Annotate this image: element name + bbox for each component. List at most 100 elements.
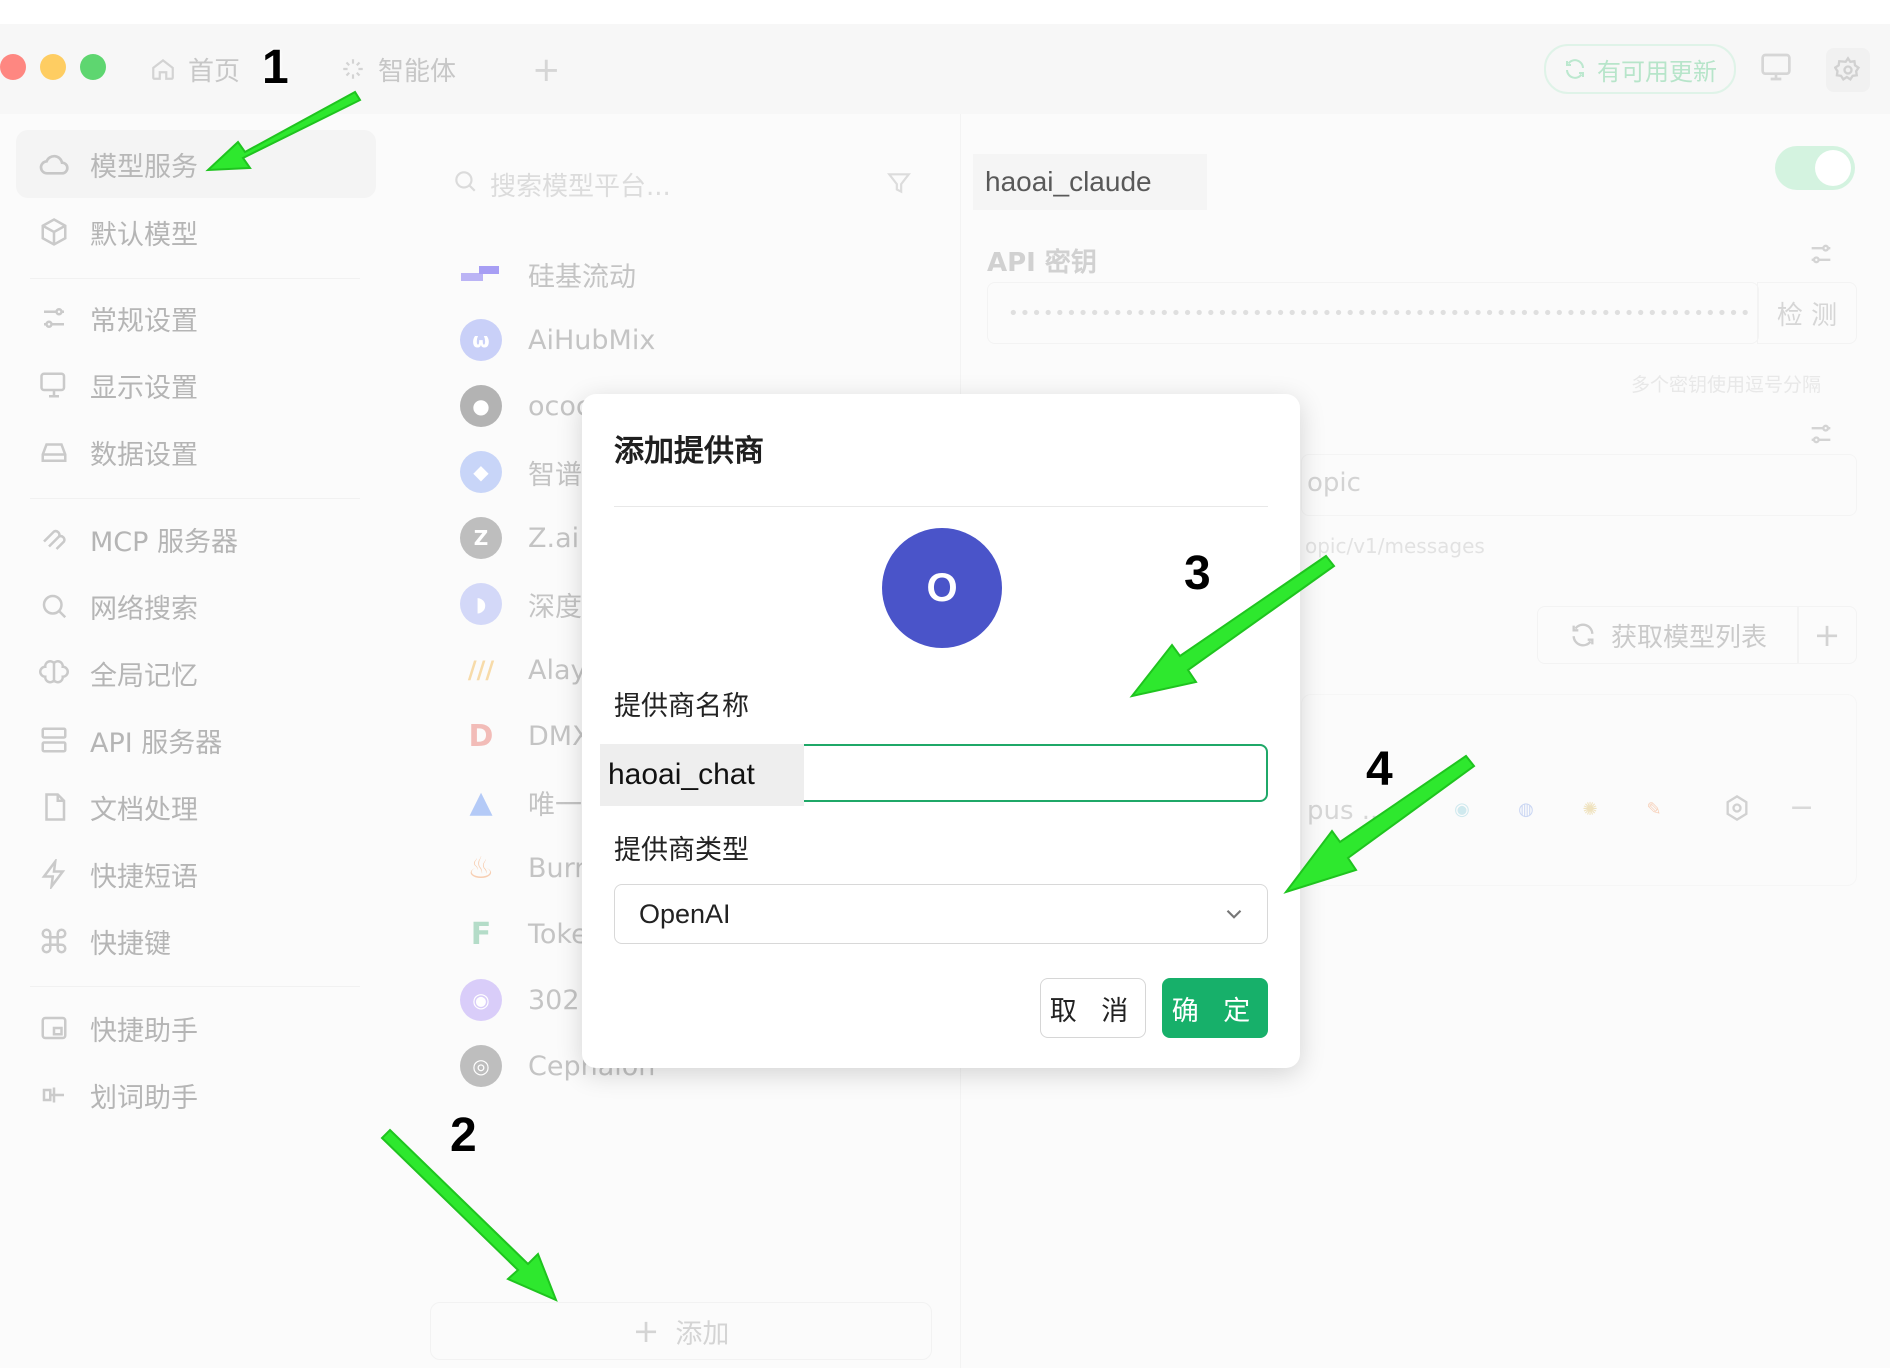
- monitor-icon[interactable]: [1760, 52, 1792, 86]
- provider-avatar[interactable]: O: [882, 528, 1002, 648]
- chevron-down-icon: [1221, 901, 1247, 934]
- provider-item-dmx[interactable]: D DMX: [460, 706, 591, 766]
- tab-agents-label: 智能体: [378, 56, 457, 87]
- provider-type-value: OpenAI: [639, 898, 731, 929]
- api-address-input[interactable]: [1301, 454, 1857, 516]
- provider-label: 唯一: [528, 789, 582, 821]
- provider-item-alaya[interactable]: /// Alay: [460, 640, 587, 700]
- tab-home-label: 首页: [188, 56, 241, 87]
- sidebar-item-label: 常规设置: [90, 305, 198, 337]
- window-icon: [36, 1010, 72, 1046]
- update-available-button[interactable]: 有可用更新: [1544, 44, 1736, 94]
- sidebar-item-memory[interactable]: 全局记忆: [16, 639, 376, 707]
- sidebar-item-label: 模型服务: [90, 151, 198, 183]
- mcp-icon: [36, 521, 72, 557]
- provider-name-label: 提供商名称: [614, 691, 749, 722]
- home-icon: [152, 58, 174, 80]
- add-model-button[interactable]: +: [1797, 606, 1857, 664]
- vision-icon: ◉: [1454, 798, 1470, 820]
- settings-button[interactable]: [1826, 48, 1870, 92]
- sidebar-item-label: 数据设置: [90, 439, 198, 471]
- provider-item-unique[interactable]: ▲ 唯一: [460, 772, 582, 832]
- check-api-key-button[interactable]: 检 测: [1757, 282, 1857, 344]
- confirm-button[interactable]: 确 定: [1162, 978, 1268, 1038]
- cephalon-logo-icon: ◎: [460, 1045, 502, 1087]
- brain-icon: [36, 655, 72, 691]
- model-settings-icon[interactable]: [1723, 794, 1751, 826]
- provider-name-value[interactable]: haoai_chat: [600, 744, 804, 806]
- sidebar-item-web-search[interactable]: 网络搜索: [16, 572, 376, 640]
- cloud-icon: [36, 146, 72, 182]
- remove-model-icon[interactable]: −: [1789, 790, 1814, 825]
- sidebar-item-label: 文档处理: [90, 794, 198, 826]
- provider-type-label: 提供商类型: [614, 835, 749, 866]
- provider-item-aihubmix[interactable]: ω AiHubMix: [460, 310, 655, 370]
- sidebar-item-default-model[interactable]: 默认模型: [16, 198, 376, 266]
- sidebar-item-data[interactable]: 数据设置: [16, 418, 376, 486]
- sidebar-item-mcp[interactable]: MCP 服务器: [16, 505, 376, 573]
- add-provider-button[interactable]: + 添加: [430, 1302, 932, 1360]
- sidebar-item-display[interactable]: 显示设置: [16, 351, 376, 419]
- provider-type-select[interactable]: OpenAI: [614, 884, 1268, 944]
- search-placeholder: 搜索模型平台...: [490, 171, 671, 202]
- reasoning-icon: ✺: [1582, 798, 1598, 820]
- provider-item-siliconflow[interactable]: 硅基流动: [460, 244, 636, 304]
- display-icon: [36, 367, 72, 403]
- sidebar-item-label: API 服务器: [90, 727, 223, 759]
- dialog-title: 添加提供商: [614, 434, 764, 469]
- api-settings-icon[interactable]: [1807, 240, 1835, 272]
- address-settings-icon[interactable]: [1807, 420, 1835, 452]
- dialog-divider: [614, 506, 1268, 507]
- fetch-model-list-button[interactable]: 获取模型列表: [1537, 606, 1799, 664]
- sidebar-item-label: MCP 服务器: [90, 526, 239, 558]
- aihubmix-logo-icon: ω: [460, 319, 502, 361]
- sidebar-item-label: 显示设置: [90, 372, 198, 404]
- sidebar-item-shortcuts[interactable]: 快捷键: [16, 907, 376, 975]
- cube-icon: [36, 214, 72, 250]
- document-icon: [36, 789, 72, 825]
- sidebar-item-quick-phrases[interactable]: 快捷短语: [16, 840, 376, 908]
- api-key-value: ••••••••••••••••••••••••••••••••••••••••…: [1008, 302, 1752, 324]
- provider-search-input[interactable]: 搜索模型平台...: [430, 154, 930, 214]
- refresh-icon: [1566, 59, 1584, 79]
- tab-agents[interactable]: 智能体: [340, 48, 456, 90]
- ococ-logo-icon: ●: [460, 385, 502, 427]
- command-icon: [36, 923, 72, 959]
- provider-item-zai[interactable]: Z Z.ai: [460, 508, 579, 568]
- provider-item-zhipu[interactable]: ◆ 智谱: [460, 442, 582, 502]
- provider-item-burn[interactable]: ♨ Burn: [460, 838, 592, 898]
- sidebar-item-selection-assistant[interactable]: 划词助手: [16, 1061, 376, 1129]
- 302ai-logo-icon: ◉: [460, 979, 502, 1021]
- zai-logo-icon: Z: [460, 517, 502, 559]
- annotation-number-1: 1: [262, 41, 289, 94]
- maximize-window-button[interactable]: [80, 54, 106, 80]
- sidebar-item-label: 网络搜索: [90, 593, 198, 625]
- sidebar-item-document[interactable]: 文档处理: [16, 773, 376, 841]
- cancel-button[interactable]: 取 消: [1040, 978, 1146, 1038]
- sidebar-item-label: 默认模型: [90, 219, 198, 251]
- api-key-input[interactable]: ••••••••••••••••••••••••••••••••••••••••…: [987, 282, 1759, 344]
- sidebar-item-general[interactable]: 常规设置: [16, 284, 376, 352]
- annotation-number-4: 4: [1366, 743, 1393, 796]
- tool-icon: ✎: [1646, 798, 1662, 820]
- refresh-icon: [1572, 623, 1594, 647]
- sidebar-item-quick-assistant[interactable]: 快捷助手: [16, 994, 376, 1062]
- update-label: 有可用更新: [1597, 57, 1717, 86]
- sidebar-item-model-service[interactable]: 模型服务: [16, 130, 376, 198]
- sidebar-item-api-server[interactable]: API 服务器: [16, 706, 376, 774]
- filter-icon[interactable]: [886, 170, 912, 203]
- plus-icon: +: [632, 1312, 660, 1350]
- provider-item-deepseek[interactable]: ◗ 深度: [460, 574, 582, 634]
- minimize-window-button[interactable]: [40, 54, 66, 80]
- close-window-button[interactable]: [0, 54, 26, 80]
- web-icon: ◍: [1518, 798, 1534, 820]
- deepseek-logo-icon: ◗: [460, 583, 502, 625]
- new-tab-button[interactable]: +: [532, 50, 561, 90]
- provider-item-ococ[interactable]: ● ococ: [460, 376, 591, 436]
- sliders-icon: [36, 300, 72, 336]
- add-provider-label: 添加: [675, 1318, 730, 1350]
- tab-home[interactable]: 首页: [150, 48, 240, 90]
- model-name: pus ...: [1307, 796, 1387, 826]
- alaya-logo-icon: ///: [467, 656, 495, 684]
- provider-enable-toggle[interactable]: [1775, 146, 1855, 190]
